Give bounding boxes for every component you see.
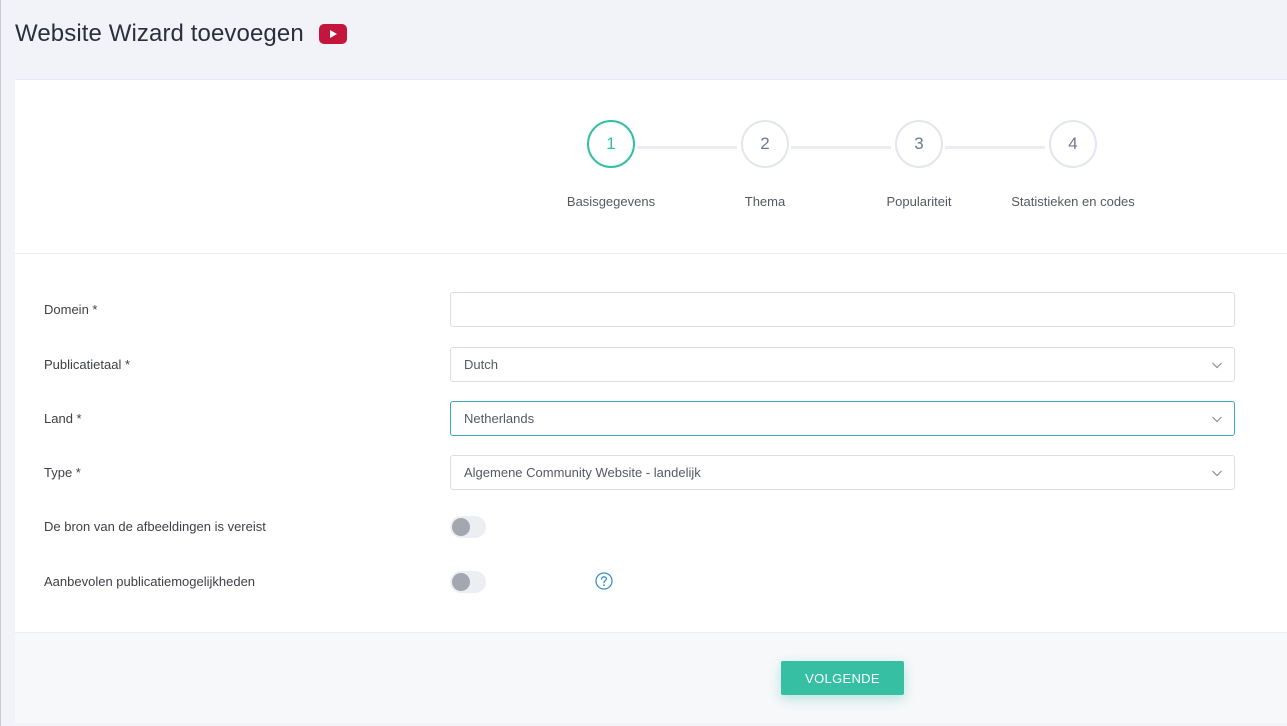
toggle-knob — [452, 573, 470, 591]
language-select-value: Dutch — [464, 357, 498, 372]
image-source-row: De bron van de afbeeldingen is vereist — [15, 509, 1287, 545]
step-number-circle: 3 — [895, 120, 943, 168]
wizard-step-3[interactable]: 3 Populariteit — [839, 120, 999, 209]
page-left-border — [0, 0, 1, 726]
country-select[interactable]: Netherlands — [450, 401, 1235, 436]
type-label: Type * — [44, 465, 81, 480]
wizard-footer: VOLGENDE — [15, 632, 1287, 723]
country-row: Land * Netherlands — [15, 401, 1287, 437]
type-row: Type * Algemene Community Website - land… — [15, 455, 1287, 491]
image-source-toggle[interactable] — [450, 516, 486, 538]
toggle-knob — [452, 518, 470, 536]
step-number-circle: 4 — [1049, 120, 1097, 168]
wizard-step-2[interactable]: 2 Thema — [685, 120, 845, 209]
chevron-down-icon — [1212, 416, 1222, 423]
step-label: Statistieken en codes — [1011, 194, 1135, 209]
country-select-value: Netherlands — [464, 411, 535, 426]
domain-label: Domein * — [44, 302, 98, 317]
step-label: Populariteit — [886, 194, 952, 209]
language-select[interactable]: Dutch — [450, 347, 1235, 382]
language-label: Publicatietaal * — [44, 357, 130, 372]
recommended-row: Aanbevolen publicatiemogelijkheden — [15, 564, 1287, 600]
chevron-down-icon — [1212, 362, 1222, 369]
step-number-circle: 1 — [587, 120, 635, 168]
next-button[interactable]: VOLGENDE — [781, 661, 904, 695]
type-select-value: Algemene Community Website - landelijk — [464, 465, 701, 480]
wizard-card: 1 Basisgegevens 2 Thema 3 Populariteit 4… — [15, 79, 1287, 723]
recommended-label: Aanbevolen publicatiemogelijkheden — [44, 574, 256, 589]
step-label: Thema — [744, 194, 786, 209]
page-header: Website Wizard toevoegen — [15, 14, 347, 54]
recommended-toggle[interactable] — [450, 571, 486, 593]
question-circle-icon[interactable] — [595, 572, 613, 590]
language-row: Publicatietaal * Dutch — [15, 347, 1287, 383]
youtube-icon[interactable] — [318, 24, 347, 44]
wizard-step-4[interactable]: 4 Statistieken en codes — [993, 120, 1153, 209]
image-source-label: De bron van de afbeeldingen is vereist — [44, 519, 266, 534]
step-number-circle: 2 — [741, 120, 789, 168]
step-label: Basisgegevens — [566, 194, 656, 209]
wizard-step-1[interactable]: 1 Basisgegevens — [531, 120, 691, 209]
domain-input[interactable] — [450, 292, 1235, 327]
country-label: Land * — [44, 411, 82, 426]
domain-row: Domein * — [15, 292, 1287, 328]
chevron-down-icon — [1212, 470, 1222, 477]
type-select[interactable]: Algemene Community Website - landelijk — [450, 455, 1235, 490]
page-title: Website Wizard toevoegen — [15, 20, 304, 47]
wizard-steps: 1 Basisgegevens 2 Thema 3 Populariteit 4… — [15, 80, 1287, 254]
